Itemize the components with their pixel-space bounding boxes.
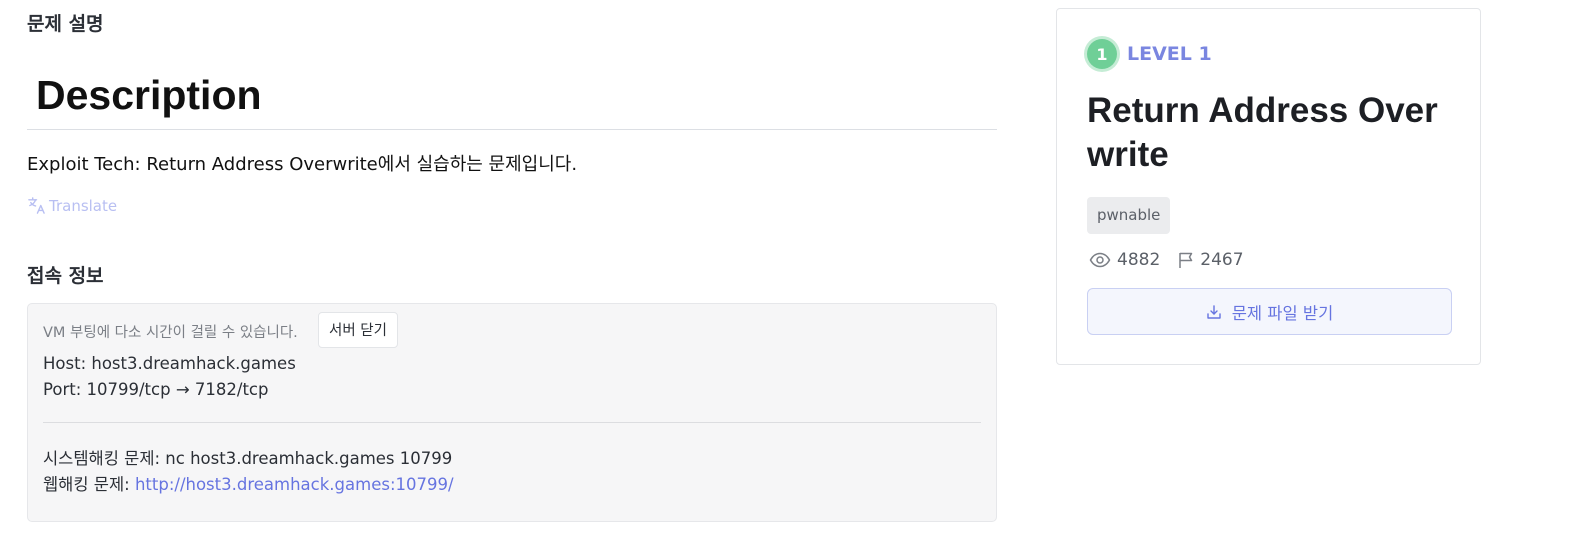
challenge-stats: 4882 2467 — [1089, 250, 1244, 270]
level-indicator: 1 LEVEL 1 — [1087, 39, 1212, 69]
download-icon — [1206, 304, 1222, 320]
flag-icon — [1178, 251, 1194, 269]
system-hacking-line: 시스템해킹 문제: nc host3.dreamhack.games 10799 — [43, 449, 453, 468]
level-label: LEVEL 1 — [1127, 43, 1212, 65]
level-badge: 1 — [1087, 39, 1117, 69]
solve-count: 2467 — [1200, 250, 1244, 270]
boot-note: VM 부팅에 다소 시간이 걸릴 수 있습니다. — [43, 325, 298, 341]
connection-info-panel: VM 부팅에 다소 시간이 걸릴 수 있습니다. 서버 닫기 Host: hos… — [27, 303, 997, 522]
host-line: Host: host3.dreamhack.games — [43, 354, 296, 373]
port-line: Port: 10799/tcp → 7182/tcp — [43, 380, 269, 399]
challenge-title: Return Address Overwrite — [1087, 91, 1438, 174]
translate-icon — [27, 196, 46, 215]
challenge-info-card: 1 LEVEL 1 Return Address Overwrite pwnab… — [1056, 8, 1481, 365]
tag-pwnable[interactable]: pwnable — [1087, 197, 1171, 234]
close-server-button[interactable]: 서버 닫기 — [318, 312, 398, 348]
web-hacking-link[interactable]: http://host3.dreamhack.games:10799/ — [135, 475, 454, 494]
eye-icon — [1089, 252, 1111, 268]
download-files-button[interactable]: 문제 파일 받기 — [1087, 288, 1452, 335]
section-title-connection: 접속 정보 — [27, 265, 104, 287]
heading-divider — [27, 129, 997, 130]
view-count: 4882 — [1117, 250, 1161, 270]
connection-divider — [43, 422, 981, 423]
translate-label: Translate — [49, 196, 118, 215]
download-label: 문제 파일 받기 — [1231, 303, 1334, 323]
web-hacking-label: 웹해킹 문제: — [43, 475, 135, 494]
web-hacking-line: 웹해킹 문제: http://host3.dreamhack.games:107… — [43, 471, 454, 495]
translate-button[interactable]: Translate — [27, 196, 117, 215]
description-text: Exploit Tech: Return Address Overwrite에서… — [27, 154, 578, 175]
description-heading: Description — [36, 72, 262, 118]
section-title-problem: 문제 설명 — [27, 13, 104, 35]
